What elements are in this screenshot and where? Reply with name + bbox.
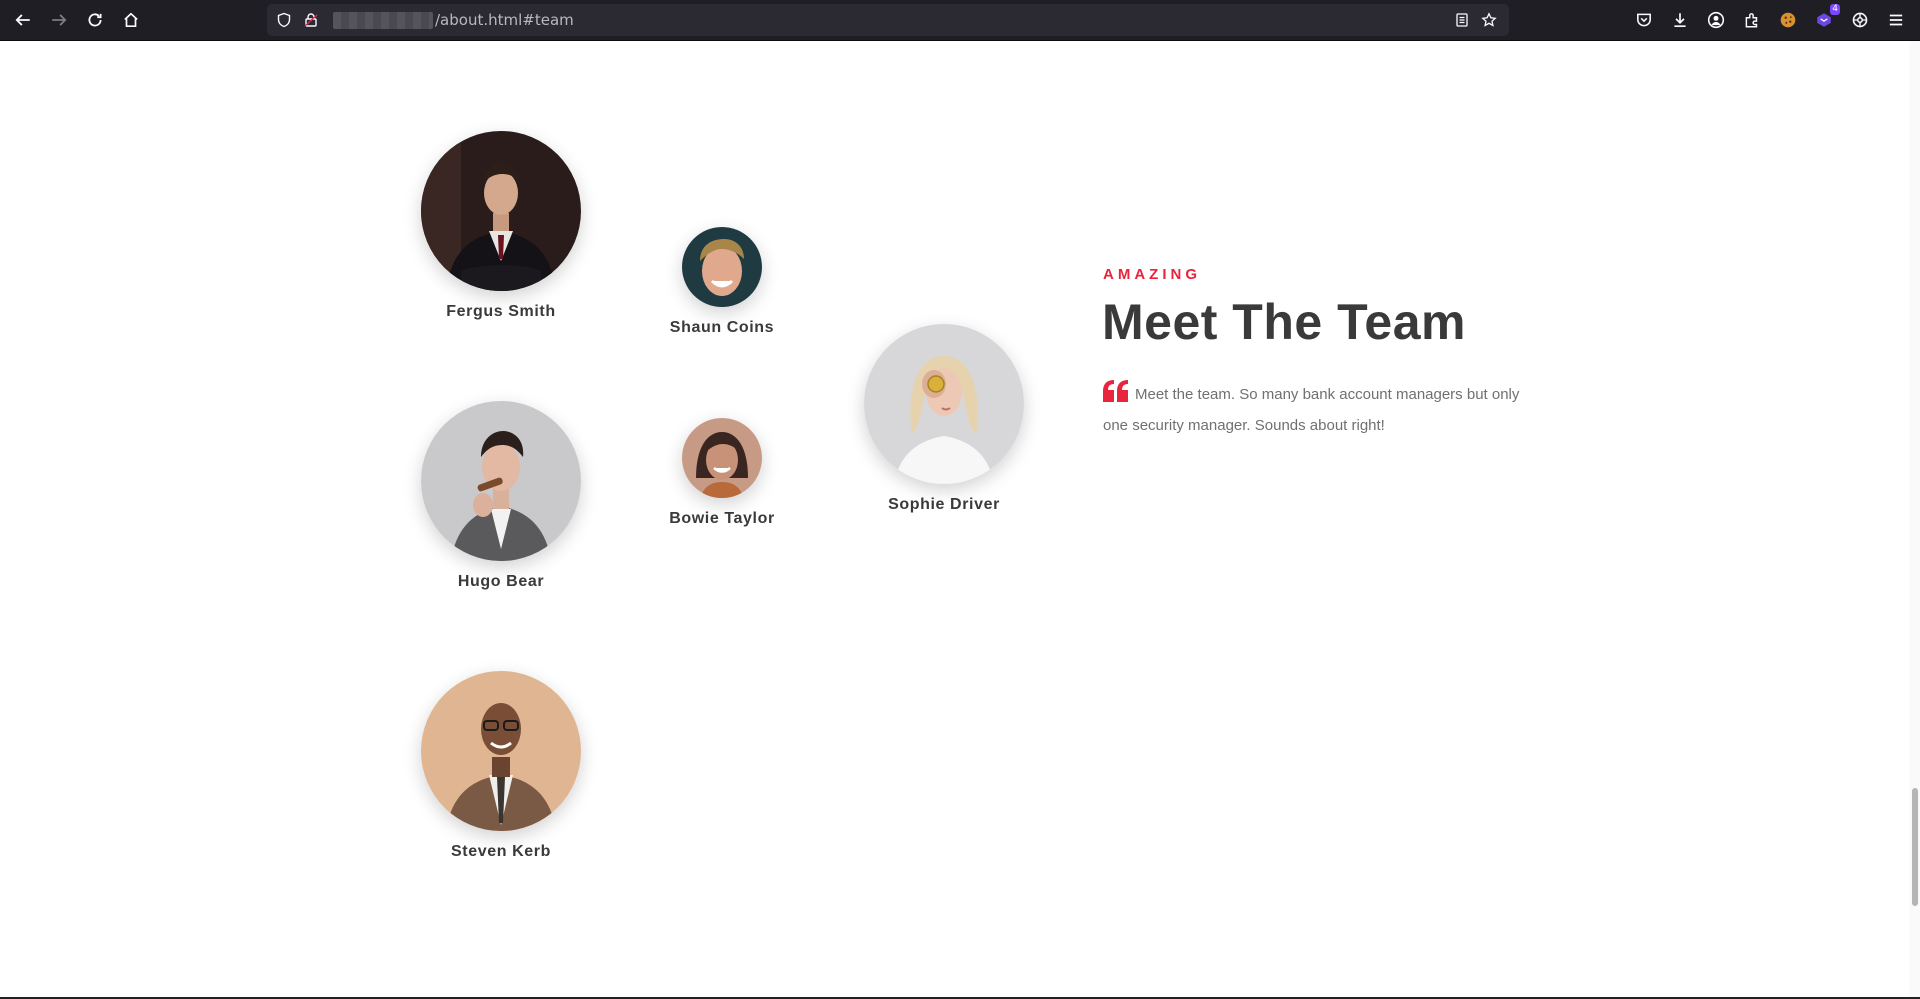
member-name: Sophie Driver (888, 496, 1000, 513)
avatar[interactable] (421, 671, 581, 831)
portrait-photo-icon (421, 671, 581, 831)
avatar[interactable] (682, 418, 762, 498)
lock-icon[interactable] (303, 12, 319, 28)
page-scrollbar[interactable] (1909, 41, 1920, 997)
team-member-sophie-driver[interactable]: Sophie Driver (864, 324, 1024, 514)
url-path[interactable]: /about.html#team (435, 4, 574, 36)
section-eyebrow: AMAZING (1103, 266, 1201, 283)
team-member-fergus-smith[interactable]: Fergus Smith (421, 131, 581, 321)
page-content (0, 41, 1909, 997)
portrait-photo-icon (682, 227, 762, 307)
forward-icon[interactable] (45, 6, 73, 34)
page-title: Meet The Team (1102, 294, 1466, 350)
member-name: Bowie Taylor (669, 510, 775, 527)
avatar[interactable] (682, 227, 762, 307)
team-member-steven-kerb[interactable]: Steven Kerb (421, 671, 581, 861)
download-icon[interactable] (1666, 6, 1694, 34)
settings-icon[interactable] (1846, 6, 1874, 34)
quote-text: Meet the team. So many bank account mana… (1103, 386, 1520, 434)
extensions-icon[interactable] (1738, 6, 1766, 34)
reload-icon[interactable] (81, 6, 109, 34)
portrait-photo-icon (864, 324, 1024, 484)
url-bar[interactable]: /about.html#team (267, 4, 1509, 36)
member-name: Hugo Bear (457, 573, 545, 590)
portrait-photo-icon (421, 131, 581, 291)
team-member-shaun-coins[interactable]: Shaun Coins (662, 227, 782, 337)
home-icon[interactable] (117, 6, 145, 34)
scrollbar-thumb[interactable] (1912, 788, 1918, 906)
reader-view-icon[interactable] (1454, 12, 1470, 28)
avatar[interactable] (421, 401, 581, 561)
member-name: Fergus Smith (446, 303, 556, 320)
avatar[interactable] (421, 131, 581, 291)
back-icon[interactable] (9, 6, 37, 34)
quote-icon (1103, 380, 1129, 412)
portrait-photo-icon (421, 401, 581, 561)
bookmark-star-icon[interactable] (1481, 12, 1497, 28)
portrait-photo-icon (682, 418, 762, 498)
account-icon[interactable] (1702, 6, 1730, 34)
avatar[interactable] (864, 324, 1024, 484)
browser-toolbar: /about.html#team 4 (0, 0, 1920, 41)
team-member-hugo-bear[interactable]: Hugo Bear (421, 401, 581, 591)
extension-badge-icon[interactable]: 4 (1810, 4, 1840, 34)
pocket-icon[interactable] (1630, 6, 1658, 34)
member-name: Steven Kerb (451, 843, 551, 860)
team-quote: Meet the team. So many bank account mana… (1103, 380, 1523, 440)
menu-icon[interactable] (1882, 6, 1910, 34)
cookie-icon[interactable] (1774, 6, 1802, 34)
extensions-count-badge: 4 (1830, 4, 1840, 15)
url-host-redacted (333, 12, 433, 29)
shield-icon[interactable] (276, 12, 292, 28)
team-member-bowie-taylor[interactable]: Bowie Taylor (662, 418, 782, 528)
member-name: Shaun Coins (669, 319, 775, 336)
